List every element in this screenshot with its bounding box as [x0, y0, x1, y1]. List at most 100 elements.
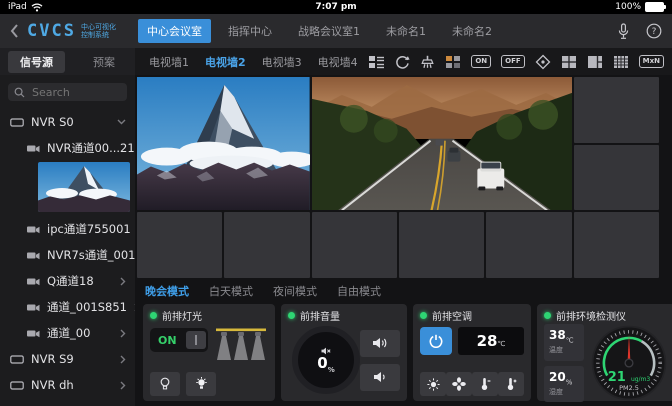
bulb-off-icon: [159, 377, 171, 391]
tree-item-nvr7s-channel-001[interactable]: NVR7s通道_001: [0, 242, 135, 268]
online-status-dot: [150, 312, 157, 319]
move-dpad-icon[interactable]: [535, 54, 551, 70]
lights-power-switch[interactable]: ON: [150, 328, 208, 352]
ac-fan-button[interactable]: [446, 372, 472, 396]
tree-item-nvr-s0[interactable]: NVR S0: [0, 109, 135, 135]
chevron-right-icon: [120, 381, 126, 390]
panel-title: 前排音量: [300, 308, 340, 323]
empty-wall-cell[interactable]: [574, 77, 659, 143]
video-cell-road[interactable]: [312, 77, 572, 210]
tree-item-channel-001s851[interactable]: 通道_001S851: [0, 294, 135, 320]
mode-tab-daytime[interactable]: 白天模式: [209, 283, 253, 299]
chevron-right-icon: [120, 355, 126, 364]
scene-tiles-icon[interactable]: [445, 55, 461, 69]
tree-item-q-channel-18[interactable]: Q通道18: [0, 268, 135, 294]
bulb-on-icon: [194, 377, 209, 391]
empty-wall-cell[interactable]: [399, 212, 484, 278]
layout-list-icon[interactable]: [368, 55, 385, 69]
empty-wall-cell[interactable]: [312, 212, 397, 278]
mode-tab-free[interactable]: 自由模式: [337, 283, 381, 299]
panel-title: 前排环境检测仪: [556, 308, 626, 323]
room-tab-unnamed1[interactable]: 未命名1: [377, 19, 435, 43]
grid-mxn-button[interactable]: MxN: [639, 55, 664, 68]
video-cell-mountain[interactable]: [137, 77, 310, 210]
panel-title: 前排灯光: [162, 308, 202, 323]
battery-icon: [645, 2, 664, 12]
mountain-preview-image: [38, 162, 130, 212]
battery-percent: 100%: [615, 2, 641, 12]
refresh-icon[interactable]: [395, 55, 410, 69]
grid-2x2-icon[interactable]: [561, 55, 577, 69]
search-box[interactable]: [8, 83, 127, 101]
volume-down-button[interactable]: [360, 364, 400, 391]
light-on-button[interactable]: [186, 372, 216, 396]
ac-temp-down-button[interactable]: [472, 372, 498, 396]
channel-preview-thumbnail[interactable]: [38, 162, 130, 212]
ac-temp-up-button[interactable]: [498, 372, 524, 396]
grid-4x4-icon[interactable]: [613, 55, 629, 69]
tab-preset[interactable]: 预案: [81, 51, 127, 73]
ac-heat-mode-button[interactable]: [420, 372, 446, 396]
tree-item-ipc-channel-755001[interactable]: ipc通道755001: [0, 216, 135, 242]
device-control-panels: 前排灯光 ON: [143, 304, 667, 401]
empty-wall-cell[interactable]: [574, 145, 659, 211]
fan-icon: [452, 377, 466, 391]
volume-value: 0%: [317, 356, 334, 374]
light-off-button[interactable]: [150, 372, 180, 396]
ac-power-button[interactable]: [420, 327, 452, 355]
clear-brush-icon[interactable]: [420, 55, 435, 69]
chevron-right-icon: [120, 277, 126, 286]
tab-signal-source[interactable]: 信号源: [8, 51, 65, 73]
panel-title: 前排空调: [432, 308, 472, 323]
mode-tab-night[interactable]: 夜间模式: [273, 283, 317, 299]
room-tab-strategy-room1[interactable]: 战略会议室1: [289, 19, 369, 43]
logo-subtitle: 中心可视化 控制系统: [81, 23, 116, 39]
empty-wall-cell[interactable]: [137, 212, 222, 278]
volume-knob[interactable]: 0%: [292, 326, 360, 394]
room-tab-unnamed2[interactable]: 未命名2: [443, 19, 501, 43]
wall-on-button[interactable]: ON: [471, 55, 491, 68]
camera-icon: [27, 225, 40, 234]
nvr-device-icon: [10, 381, 24, 390]
sun-icon: [427, 378, 440, 391]
search-icon: [14, 87, 25, 98]
help-icon[interactable]: ?: [646, 23, 662, 39]
tree-item-nvr-dh[interactable]: NVR dh: [0, 372, 135, 398]
header-bar: CVCS 中心可视化 控制系统 中心会议室 指挥中心 战略会议室1 未命名1 未…: [0, 14, 672, 48]
back-icon[interactable]: [10, 23, 19, 39]
nvr-device-icon: [10, 118, 24, 127]
app-root: iPad 7:07 pm 100% CVCS 中心可视化 控制系统 中心会议室 …: [0, 0, 672, 406]
room-tab-command-center[interactable]: 指挥中心: [219, 19, 281, 43]
wall-off-button[interactable]: OFF: [501, 55, 525, 68]
volume-up-button[interactable]: [360, 330, 400, 357]
tree-item-nvr-channel-2166[interactable]: NVR通道00...2166: [0, 135, 135, 161]
spotlights-graphic: [214, 327, 268, 363]
tab-tvwall-1[interactable]: 电视墙1: [149, 54, 189, 70]
pm25-readout: 21 ug/m3 PM2.5: [590, 367, 668, 392]
ac-temperature-display: 28 ℃: [458, 327, 524, 355]
empty-wall-cell[interactable]: [486, 212, 571, 278]
mountain-video-feed: [137, 77, 310, 210]
camera-icon: [27, 277, 40, 286]
road-video-feed: [312, 77, 572, 210]
search-input[interactable]: [30, 85, 124, 100]
tree-item-nvr-s9[interactable]: NVR S9: [0, 346, 135, 372]
empty-wall-cell[interactable]: [574, 212, 659, 278]
toolbar: 信号源 预案 电视墙1 电视墙2 电视墙3 电视墙4: [0, 48, 672, 75]
tree-item-channel-00[interactable]: 通道_00: [0, 320, 135, 346]
chevron-right-icon: [120, 329, 126, 338]
app-logo: CVCS 中心可视化 控制系统: [27, 21, 116, 41]
tab-tvwall-4[interactable]: 电视墙4: [318, 54, 358, 70]
empty-wall-cell[interactable]: [224, 212, 309, 278]
tab-tvwall-2[interactable]: 电视墙2: [205, 54, 246, 70]
tab-tvwall-3[interactable]: 电视墙3: [262, 54, 302, 70]
thermometer-up-icon: [505, 377, 517, 391]
status-bar: iPad 7:07 pm 100%: [0, 0, 672, 14]
microphone-icon[interactable]: [617, 23, 630, 40]
mode-tab-evening[interactable]: 晚会模式: [145, 283, 189, 299]
layout-main-side-icon[interactable]: [587, 55, 603, 69]
room-tab-center-meeting[interactable]: 中心会议室: [138, 19, 211, 43]
source-tabs: 信号源 预案: [0, 48, 135, 75]
power-icon: [429, 334, 443, 348]
camera-icon: [27, 251, 40, 260]
